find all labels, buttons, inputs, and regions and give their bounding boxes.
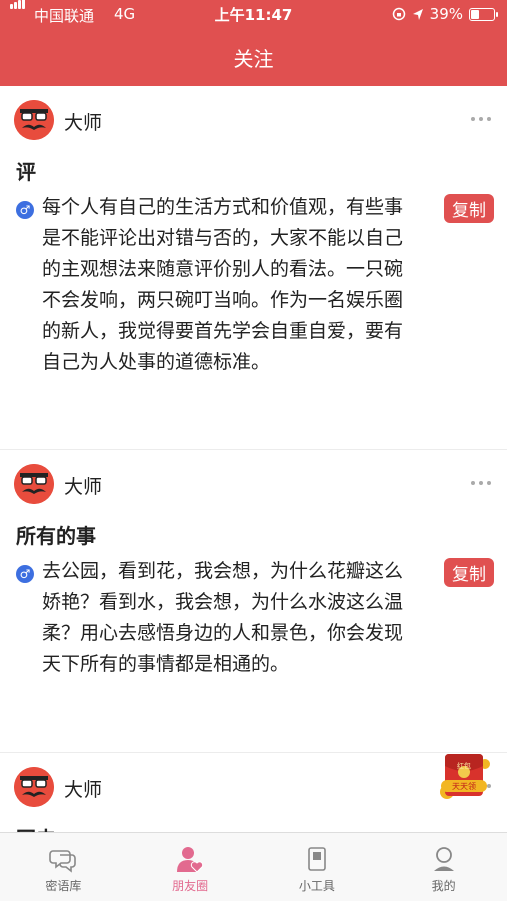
rotation-lock-icon <box>392 7 405 21</box>
post-card: 大师 评 ♂ 每个人有自己的生活方式和价值观，有些事是不能评论出对错与否的，大家… <box>0 86 507 450</box>
avatar[interactable] <box>14 767 54 807</box>
male-icon: ♂ <box>16 201 34 219</box>
post-title: 回夫 <box>16 823 56 832</box>
mustache-glasses-icon <box>14 100 54 140</box>
post-body: 每个人有自己的生活方式和价值观，有些事是不能评论出对错与否的，大家不能以自己的主… <box>42 196 404 373</box>
post-title: 所有的事 <box>16 524 96 548</box>
tab-label: 朋友圈 <box>172 879 209 893</box>
red-envelope-icon: 红包 天天领 <box>440 754 490 799</box>
tab-peng-you-quan[interactable]: 朋友圈 <box>127 833 254 901</box>
location-icon <box>412 8 423 20</box>
floating-red-envelope-button[interactable]: 红包 天天领 <box>435 750 493 802</box>
tab-label: 小工具 <box>298 879 335 893</box>
tab-wo-de[interactable]: 我的 <box>380 833 507 901</box>
post-title: 评 <box>16 160 36 184</box>
avatar[interactable] <box>14 100 54 140</box>
notebook-icon <box>308 847 326 871</box>
author-name[interactable]: 大师 <box>64 472 102 499</box>
battery-percent: 39% <box>429 5 463 23</box>
post-card: 大师 回夫 <box>0 753 507 832</box>
tab-label: 我的 <box>431 879 456 893</box>
tab-mi-yu-ku[interactable]: 密语库 <box>0 833 127 901</box>
status-right: 39% <box>392 5 498 23</box>
copy-button[interactable]: 复制 <box>444 194 494 223</box>
more-options-icon[interactable] <box>471 481 491 485</box>
feed[interactable]: 大师 评 ♂ 每个人有自己的生活方式和价值观，有些事是不能评论出对错与否的，大家… <box>0 86 507 832</box>
profile-icon <box>433 847 454 871</box>
status-bar: 中国联通 4G 上午11:47 39% <box>0 0 507 30</box>
tab-label: 密语库 <box>45 879 82 893</box>
ad-text-bottom: 天天领 <box>452 781 476 791</box>
top-bar: 中国联通 4G 上午11:47 39% 关注 <box>0 0 507 86</box>
avatar[interactable] <box>14 464 54 504</box>
more-options-icon[interactable] <box>471 117 491 121</box>
chat-bubbles-icon <box>49 850 77 873</box>
page-title: 关注 <box>233 47 274 71</box>
tab-xiao-gong-ju[interactable]: 小工具 <box>254 833 381 901</box>
tab-bar: 密语库 朋友圈 小工具 我的 <box>0 832 507 901</box>
post-card: 大师 所有的事 ♂ 去公园，看到花，我会想，为什么花瓣这么娇艳？看到水，我会想，… <box>0 450 507 753</box>
copy-button[interactable]: 复制 <box>444 558 494 587</box>
post-body: 去公园，看到花，我会想，为什么花瓣这么娇艳？看到水，我会想，为什么水波这么温柔？… <box>42 560 404 675</box>
male-icon: ♂ <box>16 565 34 583</box>
author-name[interactable]: 大师 <box>64 775 102 802</box>
author-name[interactable]: 大师 <box>64 108 102 135</box>
mustache-glasses-icon <box>14 767 54 807</box>
person-heart-icon <box>177 847 204 873</box>
battery-icon <box>469 7 498 21</box>
mustache-glasses-icon <box>14 464 54 504</box>
ad-text-top: 红包 <box>457 761 471 770</box>
